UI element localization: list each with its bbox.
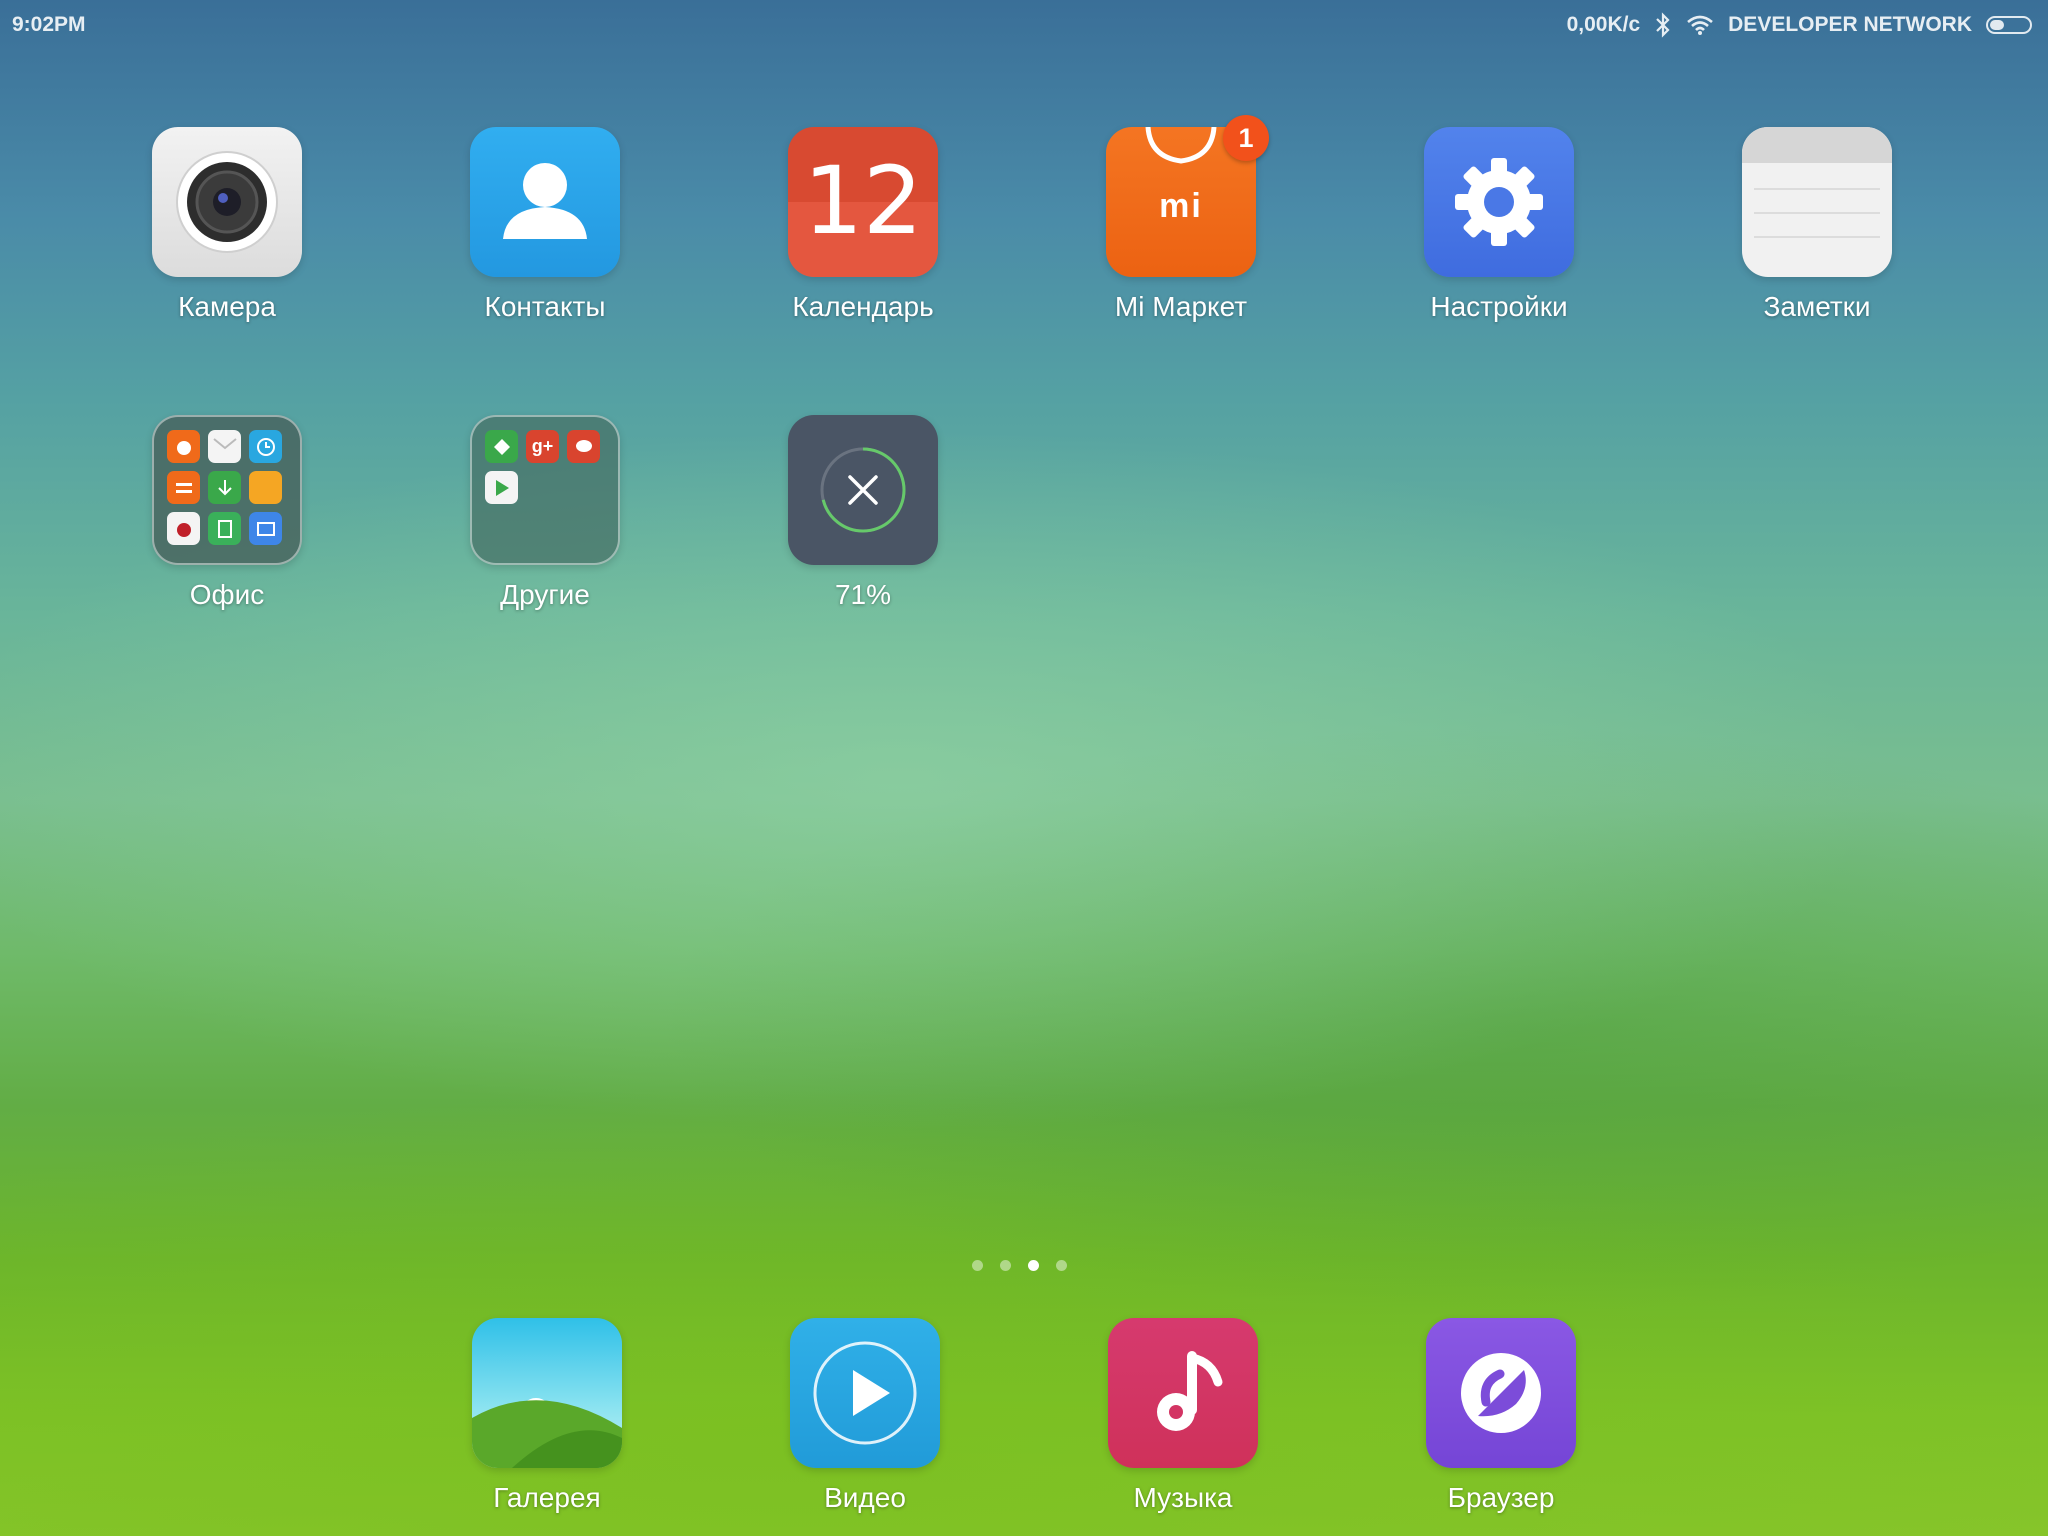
network-speed: 0,00K/c xyxy=(1566,13,1641,36)
notes-icon xyxy=(1742,127,1892,277)
camera-icon xyxy=(152,127,302,277)
app-label: 71% xyxy=(834,579,892,610)
app-label: Mi Маркет xyxy=(1114,291,1248,322)
folder-office[interactable]: Офис xyxy=(117,415,337,611)
settings-gear-icon xyxy=(1424,127,1574,277)
app-contacts[interactable]: Контакты xyxy=(435,127,655,323)
app-label: Видео xyxy=(824,1482,906,1513)
app-label: Календарь xyxy=(792,291,934,322)
gallery-icon xyxy=(472,1318,622,1468)
mi-logo: mi xyxy=(1159,187,1203,225)
antutu-icon xyxy=(167,512,200,545)
dock-browser[interactable]: Браузер xyxy=(1391,1318,1611,1514)
google-plus-icon: g+ xyxy=(526,430,559,463)
page-dot[interactable] xyxy=(972,1260,983,1271)
wifi-icon xyxy=(1686,14,1714,36)
app-calendar[interactable]: 12 Календарь xyxy=(753,127,973,323)
scanner-icon xyxy=(249,512,282,545)
play-store-icon xyxy=(485,471,518,504)
mini-app-icon xyxy=(167,430,200,463)
cleaner-progress-ring xyxy=(820,447,906,533)
app-mi-market[interactable]: mi 1 Mi Маркет xyxy=(1071,115,1291,323)
video-play-icon xyxy=(790,1318,940,1468)
dock-gallery[interactable]: Галерея xyxy=(437,1318,657,1514)
page-dot[interactable] xyxy=(1000,1260,1011,1271)
status-indicators: 0,00K/c DEVELOPER NETWORK xyxy=(1567,12,2032,38)
clock-icon xyxy=(249,430,282,463)
contacts-icon xyxy=(470,127,620,277)
file-manager-icon xyxy=(249,471,282,504)
calendar-day: 12 xyxy=(803,147,923,256)
app-cleaner[interactable]: 71% xyxy=(753,415,973,611)
network-name: DEVELOPER NETWORK xyxy=(1728,13,1972,36)
app-label: Музыка xyxy=(1133,1482,1233,1513)
office-folder-icon xyxy=(152,415,302,565)
status-bar: 9:02PM 0,00K/c DEVELOPER NETWORK xyxy=(0,0,2048,52)
mail-icon xyxy=(208,430,241,463)
app-settings[interactable]: Настройки xyxy=(1389,127,1609,323)
bluetooth-icon xyxy=(1654,12,1672,38)
calculator-icon xyxy=(167,471,200,504)
hangouts-icon xyxy=(567,430,600,463)
music-note-icon xyxy=(1108,1318,1258,1468)
page-dot[interactable] xyxy=(1056,1260,1067,1271)
other-folder-icon: g+ xyxy=(470,415,620,565)
maps-icon xyxy=(485,430,518,463)
app-label: Браузер xyxy=(1447,1482,1555,1513)
download-icon xyxy=(208,471,241,504)
page-indicator[interactable] xyxy=(972,1260,1067,1271)
app-label: Галерея xyxy=(493,1482,601,1513)
app-label: Камера xyxy=(178,291,276,322)
app-label: Другие xyxy=(500,579,590,610)
battery-icon xyxy=(1986,16,2032,34)
folder-other[interactable]: g+ Другие xyxy=(435,415,655,611)
browser-icon xyxy=(1426,1318,1576,1468)
dock-music[interactable]: Музыка xyxy=(1073,1318,1293,1514)
dock-video[interactable]: Видео xyxy=(755,1318,975,1514)
app-label: Контакты xyxy=(484,291,606,322)
status-time: 9:02PM xyxy=(12,13,86,36)
app-label: Офис xyxy=(189,579,265,610)
app-notes[interactable]: Заметки xyxy=(1707,127,1927,323)
app-camera[interactable]: Камера xyxy=(117,127,337,323)
calendar-icon: 12 xyxy=(788,127,938,277)
page-dot-active[interactable] xyxy=(1028,1260,1039,1271)
app-label: Заметки xyxy=(1763,291,1871,322)
document-icon xyxy=(208,512,241,545)
notification-badge: 1 xyxy=(1223,115,1269,161)
app-label: Настройки xyxy=(1430,291,1568,322)
cleaner-icon xyxy=(788,415,938,565)
